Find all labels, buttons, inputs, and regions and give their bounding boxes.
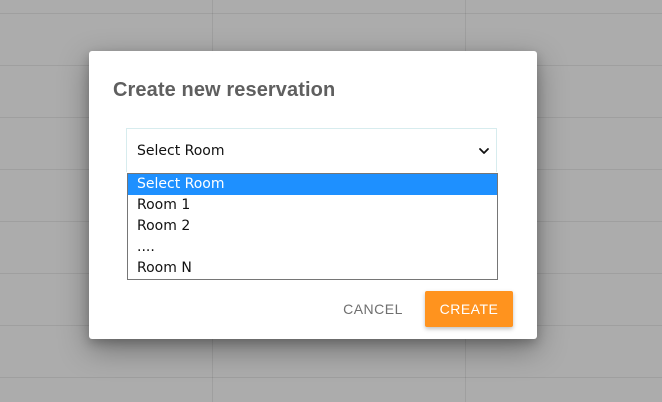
room-option-room-1[interactable]: Room 1: [128, 195, 497, 216]
create-button[interactable]: CREATE: [425, 291, 513, 327]
room-options-list: Select Room Room 1 Room 2 .... Room N: [127, 173, 498, 280]
chevron-down-icon: [479, 148, 489, 154]
room-option-room-n[interactable]: Room N: [128, 258, 497, 279]
room-select[interactable]: Select Room: [126, 128, 497, 172]
create-reservation-dialog: Create new reservation Select Room Selec…: [89, 51, 537, 339]
room-option-ellipsis[interactable]: ....: [128, 237, 497, 258]
room-select-value: Select Room: [137, 143, 225, 159]
room-option-select-room[interactable]: Select Room: [128, 174, 497, 195]
cancel-button[interactable]: CANCEL: [335, 291, 411, 327]
dialog-title: Create new reservation: [113, 79, 336, 101]
room-option-room-2[interactable]: Room 2: [128, 216, 497, 237]
